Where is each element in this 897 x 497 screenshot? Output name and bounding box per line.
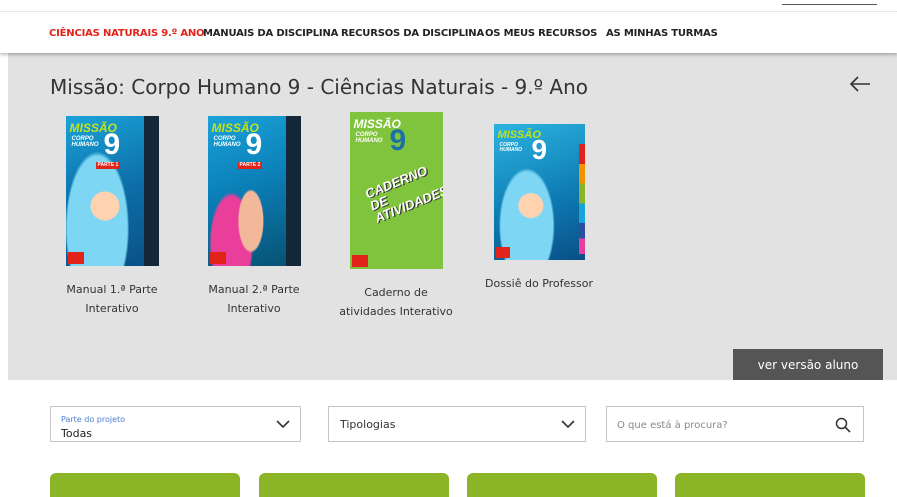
book-cover-image[interactable]: MISSÃO CORPO HUMANO 9 PARTE 2 [207, 116, 301, 266]
typology-select[interactable]: Tipologias [328, 406, 586, 442]
search-input[interactable] [617, 416, 817, 434]
book-title[interactable]: Dossiê do Professor [478, 274, 600, 293]
nav-item-ciencias-naturais[interactable]: CIÊNCIAS NATURAIS 9.º ANO [49, 28, 205, 39]
nav-item-recursos[interactable]: RECURSOS DA DISCIPLINA [341, 28, 484, 39]
chevron-down-icon[interactable] [276, 418, 290, 430]
book-caderno-atividades[interactable]: MISSÃO CORPO HUMANO 9 CADERNO DE ATIVIDA… [335, 112, 457, 321]
project-part-label: Parte do projeto [61, 415, 126, 424]
student-version-button[interactable]: ver versão aluno [733, 349, 883, 380]
project-part-select[interactable]: Parte do projeto Todas [50, 406, 301, 442]
project-hero: Missão: Corpo Humano 9 - Ciências Natura… [8, 52, 897, 380]
arrow-left-icon[interactable] [848, 74, 872, 94]
book-manual-parte-2[interactable]: MISSÃO CORPO HUMANO 9 PARTE 2 Manual 2.ª… [193, 116, 315, 318]
book-cover-image[interactable]: MISSÃO CORPO HUMANO 9 [493, 124, 585, 260]
book-dossie-professor[interactable]: MISSÃO CORPO HUMANO 9 Dossiê do Professo… [478, 116, 600, 293]
typology-value: Tipologias [340, 418, 396, 431]
book-title[interactable]: Manual 1.ª Parte Interativo [51, 280, 173, 318]
project-part-value: Todas [61, 427, 93, 440]
page-title: Missão: Corpo Humano 9 - Ciências Natura… [50, 75, 588, 99]
main-nav: CIÊNCIAS NATURAIS 9.º ANO MANUAIS DA DIS… [0, 11, 897, 53]
book-title[interactable]: Caderno de atividades Interativo [335, 283, 457, 321]
book-cover-image[interactable]: MISSÃO CORPO HUMANO 9 CADERNO DE ATIVIDA… [349, 112, 443, 269]
nav-item-manuais[interactable]: MANUAIS DA DISCIPLINA [203, 28, 338, 39]
book-manual-parte-1[interactable]: MISSÃO CORPO HUMANO 9 PARTE 1 Manual 1.ª… [51, 116, 173, 318]
search-box [606, 406, 864, 442]
resource-category-tile[interactable] [259, 473, 449, 497]
resource-category-tile[interactable] [675, 473, 865, 497]
nav-item-meus-recursos[interactable]: OS MEUS RECURSOS [485, 28, 597, 39]
nav-item-minhas-turmas[interactable]: AS MINHAS TURMAS [606, 28, 718, 39]
book-title[interactable]: Manual 2.ª Parte Interativo [193, 280, 315, 318]
resource-category-tile[interactable] [467, 473, 657, 497]
chevron-down-icon[interactable] [561, 418, 575, 430]
book-cover-image[interactable]: MISSÃO CORPO HUMANO 9 PARTE 1 [65, 116, 159, 266]
search-icon[interactable] [835, 417, 851, 433]
resource-category-tile[interactable] [50, 473, 240, 497]
top-divider-line [782, 4, 877, 5]
